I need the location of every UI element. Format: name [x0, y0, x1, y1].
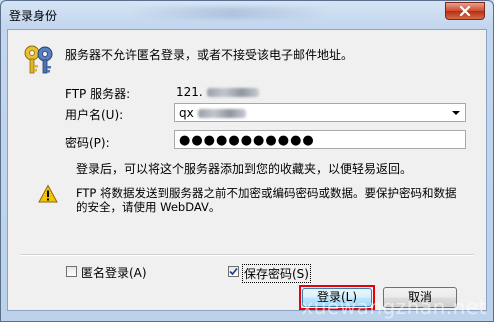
password-label: 密码(P): [65, 136, 110, 150]
username-combobox[interactable]: qx [174, 103, 466, 122]
login-dialog: 登录身份 服务器不允许匿名登录，或者不接受该电子邮件地址。 FTP 服务器: 1… [0, 0, 494, 322]
redacted-server-address [206, 88, 259, 97]
divider [20, 254, 474, 256]
username-value-text: qx [179, 106, 194, 120]
save-password-checkbox[interactable] [228, 266, 239, 277]
anonymous-login-checkbox[interactable] [66, 266, 77, 277]
save-password-label[interactable]: 保存密码(S) [242, 264, 311, 283]
server-label: FTP 服务器: [65, 87, 131, 101]
after-login-note: 登录后，可以将这个服务器添加到您的收藏夹，以便轻易返回。 [76, 162, 413, 176]
password-value: ●●●●●●●●●●● [179, 133, 315, 148]
header-message: 服务器不允许匿名登录，或者不接受该电子邮件地址。 [65, 48, 354, 62]
keys-icon [24, 45, 53, 74]
username-value: qx [179, 106, 246, 120]
window-title: 登录身份 [9, 9, 58, 23]
username-label: 用户名(U): [65, 108, 124, 122]
close-button[interactable] [445, 2, 485, 20]
anonymous-login-label[interactable]: 匿名登录(A) [81, 264, 147, 281]
watermark-text: xuewangzhan.net [301, 295, 487, 319]
server-value-text: 121. [176, 85, 203, 99]
close-icon [459, 6, 471, 16]
redacted-username [197, 109, 246, 118]
server-value: 121. [176, 85, 259, 99]
dialog-body: 服务器不允许匿名登录，或者不接受该电子邮件地址。 FTP 服务器: 121. 用… [7, 29, 487, 311]
warning-icon [38, 184, 58, 203]
warning-text-line2: 的安全，请使用 WebDAV。 [76, 200, 221, 214]
blurred-title-area [131, 7, 331, 19]
chevron-down-icon[interactable] [452, 111, 460, 115]
password-field[interactable]: ●●●●●●●●●●● [174, 130, 466, 149]
title-bar[interactable]: 登录身份 [1, 1, 493, 29]
checkmark-icon [229, 267, 238, 276]
